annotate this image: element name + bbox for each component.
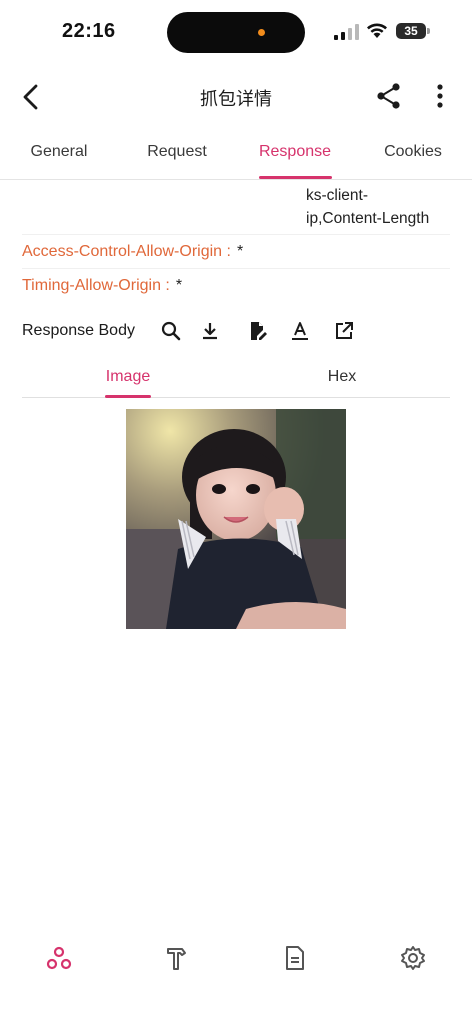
download-icon[interactable]	[199, 320, 221, 342]
open-external-icon[interactable]	[333, 320, 355, 342]
status-bar: 22:16 35	[0, 0, 472, 64]
hammer-icon[interactable]	[163, 944, 191, 972]
header-row: Access-Control-Allow-Origin : *	[22, 234, 450, 268]
tab-general[interactable]: General	[0, 128, 118, 180]
wifi-icon	[367, 23, 387, 38]
header-value: *	[175, 277, 183, 294]
tab-cookies[interactable]: Cookies	[354, 128, 472, 180]
recording-indicator-dot	[258, 29, 265, 36]
network-icon[interactable]	[45, 944, 73, 972]
header-value-line: ip,Content-Length	[306, 210, 430, 227]
status-time: 22:16	[62, 20, 116, 42]
share-icon[interactable]	[375, 82, 403, 110]
header-key: Timing-Allow-Origin :	[22, 277, 170, 294]
bottom-navigation	[0, 936, 472, 984]
header-value: *	[236, 243, 244, 260]
app-bar: 抓包详情	[0, 64, 472, 128]
more-vert-icon[interactable]	[426, 82, 454, 110]
cellular-signal-icon	[334, 24, 359, 40]
dynamic-island	[167, 12, 305, 53]
tab-response[interactable]: Response	[236, 128, 354, 180]
text-format-icon[interactable]	[289, 320, 311, 342]
header-value-continuation: ks-client- ip,Content-Length	[306, 184, 466, 230]
settings-icon[interactable]	[399, 944, 427, 972]
detail-tabs: General Request Response Cookies	[0, 128, 472, 180]
edit-file-icon[interactable]	[246, 320, 268, 342]
document-icon[interactable]	[281, 944, 309, 972]
subtab-image[interactable]: Image	[22, 360, 234, 398]
tab-request[interactable]: Request	[118, 128, 236, 180]
back-arrow-icon[interactable]	[16, 82, 46, 112]
response-body-view-tabs: Image Hex	[22, 360, 450, 398]
photo-of-child	[126, 409, 346, 629]
header-key: Access-Control-Allow-Origin :	[22, 243, 231, 260]
battery-cap	[427, 28, 430, 34]
search-icon[interactable]	[160, 320, 182, 342]
battery-indicator: 35	[396, 23, 426, 39]
subtab-active-indicator	[105, 395, 151, 398]
subtab-hex[interactable]: Hex	[234, 360, 450, 398]
response-body-toolbar: Response Body	[22, 314, 450, 348]
header-row: Timing-Allow-Origin : *	[22, 268, 450, 302]
header-value-line: ks-client-	[306, 187, 369, 204]
response-body-label: Response Body	[22, 322, 135, 339]
tab-active-indicator	[259, 176, 332, 179]
response-image-preview	[126, 409, 346, 629]
